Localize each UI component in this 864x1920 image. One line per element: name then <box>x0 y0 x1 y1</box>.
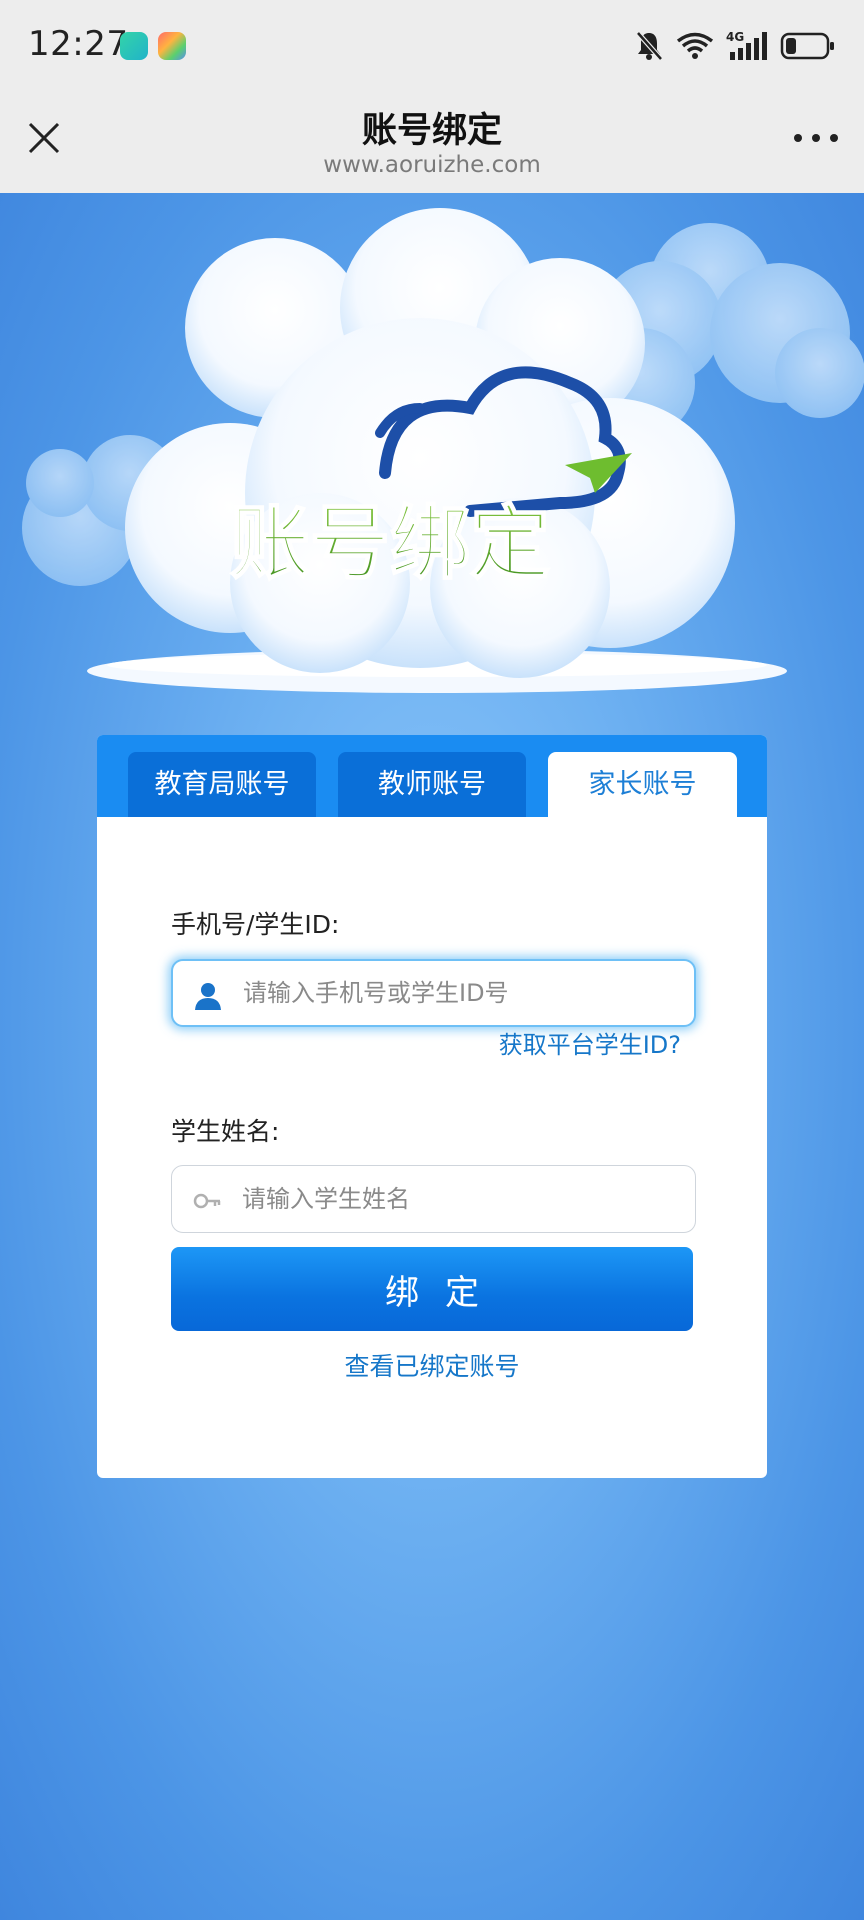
battery-icon <box>780 32 834 60</box>
status-indicators: 4G <box>634 26 836 66</box>
key-icon <box>193 1193 221 1209</box>
nav-bar: 账号绑定 www.aoruizhe.com <box>0 92 864 193</box>
cloud-banner: 账号绑定 <box>22 208 864 693</box>
view-bound-accounts-link[interactable]: 查看已绑定账号 <box>97 1347 767 1383</box>
student-name-field[interactable] <box>171 1165 696 1233</box>
wifi-icon <box>676 32 714 59</box>
user-icon <box>195 983 221 1010</box>
tab-parent[interactable]: 家长账号 <box>548 752 737 817</box>
phone-id-field[interactable] <box>171 959 696 1027</box>
phone-id-input[interactable] <box>243 961 674 1025</box>
bell-muted-icon <box>636 31 663 61</box>
student-name-input[interactable] <box>242 1166 675 1232</box>
network-type-label: 4G <box>726 30 744 44</box>
tab-teacher[interactable]: 教师账号 <box>338 752 526 817</box>
signal-4g-icon: 4G <box>726 30 767 60</box>
phone-id-label: 手机号/学生ID: <box>171 910 340 939</box>
status-bar: 12:27 4G <box>0 0 864 92</box>
tab-education-bureau[interactable]: 教育局账号 <box>128 752 316 817</box>
page-body: 账号绑定 教育局账号 教师账号 家长账号 手机号/学生ID: 获取平台学生ID?… <box>0 193 864 1920</box>
page-title: 账号绑定 <box>361 111 502 151</box>
app-notification-icon <box>120 32 148 60</box>
binding-card: 教育局账号 教师账号 家长账号 手机号/学生ID: 获取平台学生ID? 学生姓名… <box>97 735 767 1478</box>
more-icon[interactable] <box>792 130 840 146</box>
status-time: 12:27 <box>28 24 129 64</box>
banner-logo-text: 账号绑定 <box>230 497 550 590</box>
get-student-id-link[interactable]: 获取平台学生ID? <box>499 1025 681 1060</box>
app-notification-icon <box>158 32 186 60</box>
page-url: www.aoruizhe.com <box>323 152 541 178</box>
student-name-label: 学生姓名: <box>171 1117 280 1146</box>
account-type-tabs: 教育局账号 教师账号 家长账号 <box>97 735 767 817</box>
bind-button[interactable]: 绑定 <box>171 1247 693 1331</box>
